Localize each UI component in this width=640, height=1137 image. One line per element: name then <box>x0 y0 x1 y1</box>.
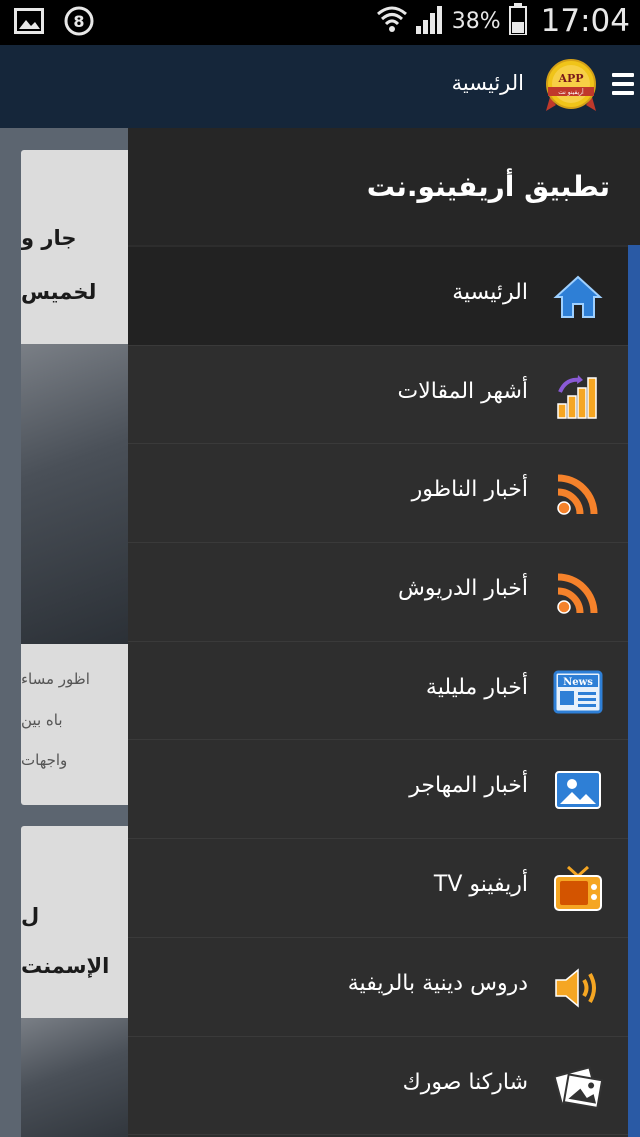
card-title-line: الإسمنت <box>21 954 110 978</box>
menu-item-melilla-news[interactable]: News أخبار مليلية <box>128 641 628 741</box>
news-icon: News <box>552 666 604 718</box>
card-image <box>21 1018 131 1137</box>
menu-item-religious-lessons[interactable]: دروس دينية بالريفية <box>128 937 628 1037</box>
card-title-line: لخميس <box>21 280 97 304</box>
menu-item-migrant-news[interactable]: أخبار المهاجر <box>128 740 628 840</box>
app-bar: APP أريفينو نت الرئيسية <box>0 45 640 128</box>
menu-item-share-photos[interactable]: شاركنا صورك <box>128 1036 628 1136</box>
card-image <box>21 344 131 644</box>
rss-icon <box>552 468 604 520</box>
page-title: الرئيسية <box>451 71 524 95</box>
svg-text:News: News <box>563 677 593 688</box>
app-logo[interactable]: APP أريفينو نت <box>542 57 600 115</box>
menu-item-popular-articles[interactable]: أشهر المقالات <box>128 345 628 445</box>
menu-item-label: أريفينو TV <box>433 872 528 898</box>
menu-item-label: دروس دينية بالريفية <box>347 970 528 996</box>
card-excerpt-line: واجهات <box>21 751 68 769</box>
menu-item-label: أخبار المهاجر <box>409 773 528 799</box>
signal-icon <box>415 4 444 38</box>
speaker-icon <box>552 962 604 1014</box>
drawer-scrollbar[interactable] <box>628 245 640 1137</box>
wifi-icon <box>376 4 408 38</box>
card-excerpt-line: اظور مساء <box>21 670 90 688</box>
card-excerpt-line: باه بين <box>21 711 63 729</box>
share-photos-icon <box>552 1061 604 1113</box>
menu-item-nador-news[interactable]: أخبار الناظور <box>128 444 628 544</box>
drawer-header: تطبيق أريفينو.نت <box>128 128 640 245</box>
drawer-menu: الرئيسية أشهر المقالات أخبار الناظور أخب… <box>128 247 628 1136</box>
image-icon <box>14 8 44 38</box>
menu-item-label: الرئيسية <box>452 280 528 305</box>
home-icon <box>552 271 604 323</box>
drawer-title: تطبيق أريفينو.نت <box>366 170 610 203</box>
menu-item-label: أشهر المقالات <box>397 378 528 404</box>
svg-text:APP: APP <box>557 72 583 85</box>
hamburger-menu-icon[interactable] <box>612 73 634 101</box>
tv-icon <box>552 863 604 915</box>
battery-icon <box>508 3 527 39</box>
menu-item-driouch-news[interactable]: أخبار الدريوش <box>128 543 628 642</box>
card-title-line: جار و <box>21 226 77 250</box>
menu-item-home[interactable]: الرئيسية <box>128 247 628 346</box>
rss-icon <box>552 567 604 619</box>
card-title-line: ل <box>21 904 40 928</box>
navigation-drawer: تطبيق أريفينو.نت الرئيسية أشهر المقالات … <box>128 128 640 1137</box>
status-bar: 8 38% 17:04 <box>0 0 640 45</box>
menu-item-label: أخبار مليلية <box>425 674 528 700</box>
photo-icon <box>552 764 604 816</box>
notification-badge-icon: 8 <box>64 6 94 40</box>
popular-chart-icon <box>552 370 604 422</box>
battery-percent: 38% <box>451 8 501 34</box>
menu-item-label: شاركنا صورك <box>402 1069 528 1095</box>
svg-text:8: 8 <box>73 12 84 31</box>
menu-item-arrifino-tv[interactable]: أريفينو TV <box>128 839 628 938</box>
menu-item-label: أخبار الدريوش <box>397 576 528 602</box>
svg-text:أريفينو نت: أريفينو نت <box>558 88 584 96</box>
clock: 17:04 <box>540 3 630 39</box>
menu-item-label: أخبار الناظور <box>411 477 528 503</box>
